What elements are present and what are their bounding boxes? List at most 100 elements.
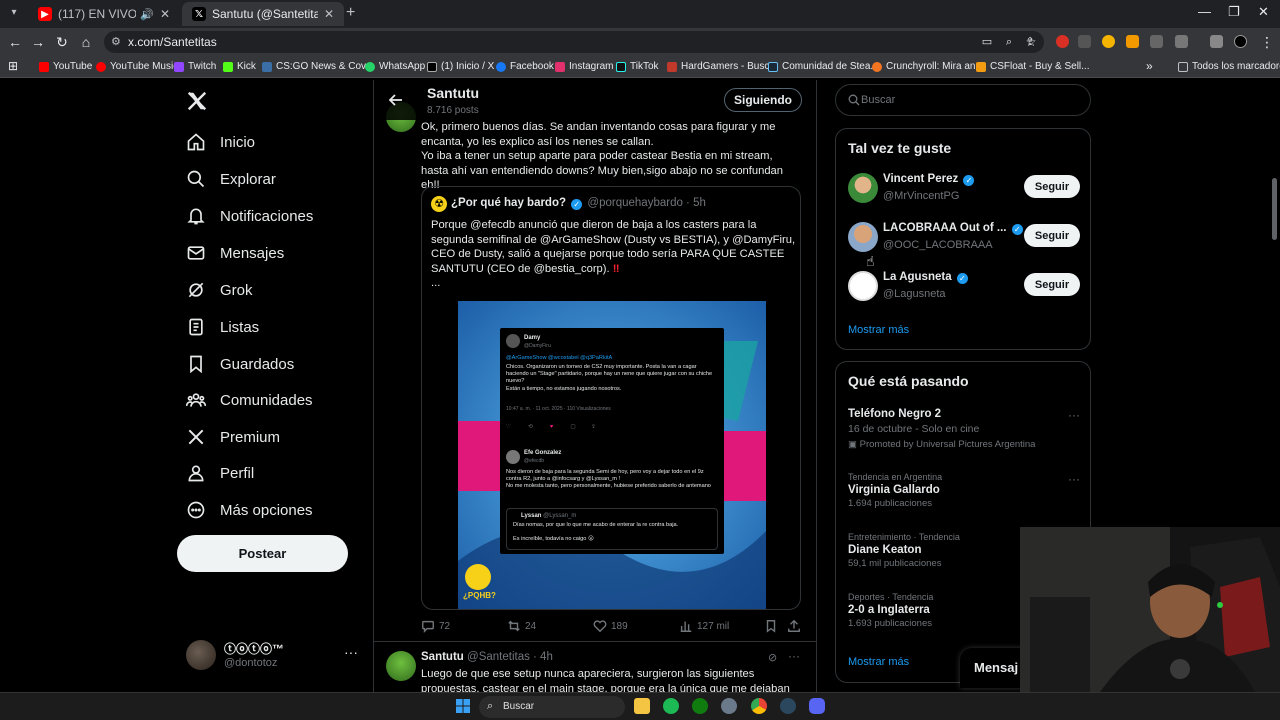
ccleaner-icon[interactable] bbox=[721, 698, 737, 714]
follow-button[interactable]: Seguir bbox=[1024, 224, 1080, 247]
x-logo-icon[interactable] bbox=[186, 90, 208, 112]
nav-label: Explorar bbox=[220, 170, 276, 188]
close-window-icon[interactable]: ✕ bbox=[1258, 4, 1269, 20]
avatar[interactable] bbox=[386, 651, 416, 681]
speaker-icon[interactable]: 🔊 bbox=[140, 8, 154, 21]
show-more-link[interactable]: Mostrar más bbox=[848, 656, 909, 668]
home-icon[interactable]: ⌂ bbox=[77, 33, 95, 51]
bookmark-youtube[interactable]: YouTube bbox=[39, 61, 92, 72]
nav-premium[interactable]: Premium bbox=[186, 422, 280, 452]
address-bar[interactable]: ⚙ x.com/Santetitas ▭ ⌕ ⇪ ☆ bbox=[104, 31, 1044, 53]
bookmark-twitch[interactable]: Twitch bbox=[174, 61, 216, 72]
bookmark-star-icon[interactable]: ☆ bbox=[1022, 33, 1040, 51]
more-dots-icon[interactable]: ··· bbox=[788, 649, 800, 663]
chrome-icon[interactable] bbox=[751, 698, 767, 714]
bookmark-steam-community[interactable]: Comunidad de Stea... bbox=[768, 61, 879, 72]
suggested-account[interactable]: LACOBRAAA Out of ... ✓ @OOC_LACOBRAAA Se… bbox=[848, 222, 1080, 256]
new-tab-icon[interactable]: + bbox=[346, 4, 355, 22]
following-button[interactable]: Siguiendo bbox=[724, 88, 802, 112]
bookmark-csgo-news[interactable]: CS:GO News & Cov... bbox=[262, 61, 374, 72]
spotify-icon[interactable] bbox=[663, 698, 679, 714]
bookmark-x-inicio[interactable]: (1) Inicio / X bbox=[427, 61, 494, 72]
bookmark-whatsapp[interactable]: WhatsApp bbox=[365, 61, 425, 72]
browser-tab-x[interactable]: 𝕏 Santutu (@Santetitas) / X ✕ bbox=[182, 2, 344, 26]
scrollbar-thumb[interactable] bbox=[1272, 178, 1277, 240]
reply-button[interactable]: 72 bbox=[421, 619, 450, 633]
nav-comunidades[interactable]: Comunidades bbox=[186, 385, 313, 415]
extensions-puzzle-icon[interactable] bbox=[1175, 35, 1188, 48]
close-tab-icon[interactable]: ✕ bbox=[324, 7, 334, 21]
extension-icon[interactable] bbox=[1150, 35, 1163, 48]
post-button[interactable]: Postear bbox=[177, 535, 348, 572]
nav-grok[interactable]: Grok bbox=[186, 275, 253, 305]
forward-icon[interactable]: → bbox=[29, 33, 47, 51]
apps-grid-icon[interactable]: ⊞ bbox=[8, 59, 18, 73]
suggested-account[interactable]: Vincent Perez ✓ @MrVincentPG Seguir bbox=[848, 173, 1080, 207]
minimize-icon[interactable]: — bbox=[1198, 4, 1211, 19]
nav-mensajes[interactable]: Mensajes bbox=[186, 238, 284, 268]
bookmark-kick[interactable]: Kick bbox=[223, 61, 256, 72]
extension-icon[interactable] bbox=[1126, 35, 1139, 48]
menu-dots-icon[interactable]: ⋮ bbox=[1258, 33, 1276, 51]
nav-inicio[interactable]: Inicio bbox=[186, 127, 255, 157]
tab-search-icon[interactable]: ▾ bbox=[6, 5, 22, 21]
close-tab-icon[interactable]: ✕ bbox=[160, 7, 170, 21]
bookmark-hardgamers[interactable]: HardGamers - Busc... bbox=[667, 61, 778, 72]
nav-listas[interactable]: Listas bbox=[186, 312, 259, 342]
retweet-button[interactable]: 24 bbox=[507, 619, 536, 633]
site-info-icon[interactable]: ⚙ bbox=[111, 35, 121, 48]
more-dots-icon[interactable]: ··· bbox=[344, 644, 358, 660]
windows-start-icon[interactable] bbox=[455, 698, 471, 714]
grok-icon[interactable]: ⊘ bbox=[768, 651, 777, 664]
more-bookmarks-icon[interactable]: » bbox=[1146, 59, 1153, 73]
extension-icon[interactable] bbox=[1056, 35, 1069, 48]
suggested-account[interactable]: La Agusneta ✓ @Lagusneta Seguir bbox=[848, 271, 1080, 305]
nav-explorar[interactable]: Explorar bbox=[186, 164, 276, 194]
nav-mas-opciones[interactable]: Más opciones bbox=[186, 495, 313, 525]
bar-chart-icon bbox=[680, 621, 692, 632]
trend-item[interactable]: Tendencia en Argentina Virginia Gallardo… bbox=[848, 472, 1080, 509]
like-button[interactable]: 189 bbox=[593, 619, 628, 633]
nav-notificaciones[interactable]: Notificaciones bbox=[186, 201, 313, 231]
bookmark-crunchyroll[interactable]: Crunchyroll: Mira an... bbox=[872, 61, 984, 72]
show-more-link[interactable]: Mostrar más bbox=[848, 324, 909, 336]
reload-icon[interactable]: ↻ bbox=[53, 33, 71, 51]
bookmark-facebook[interactable]: Facebook bbox=[496, 61, 554, 72]
all-bookmarks-folder[interactable]: Todos los marcadores bbox=[1178, 61, 1280, 72]
discord-icon[interactable] bbox=[809, 698, 825, 714]
cast-icon[interactable]: ▭ bbox=[978, 33, 996, 51]
bookmark-tiktok[interactable]: TikTok bbox=[616, 61, 659, 72]
share-button[interactable] bbox=[787, 619, 805, 633]
zoom-icon[interactable]: ⌕ bbox=[1000, 33, 1018, 51]
promoted-trend[interactable]: Teléfono Negro 2 16 de octubre - Solo en… bbox=[848, 408, 1080, 450]
restore-icon[interactable]: ❐ bbox=[1228, 4, 1240, 20]
bookmark-csfloat[interactable]: CSFloat - Buy & Sell... bbox=[976, 61, 1089, 72]
reading-list-icon[interactable] bbox=[1210, 35, 1223, 48]
back-arrow-icon[interactable] bbox=[388, 92, 404, 108]
nav-guardados[interactable]: Guardados bbox=[186, 349, 294, 379]
file-explorer-icon[interactable] bbox=[634, 698, 650, 714]
more-dots-icon[interactable]: ··· bbox=[1068, 408, 1080, 422]
extension-icon[interactable] bbox=[1078, 35, 1091, 48]
quoted-tweet[interactable]: ☢ ¿Por qué hay bardo? ✓ @porquehaybardo … bbox=[421, 186, 801, 610]
profile-avatar-icon[interactable] bbox=[1234, 35, 1247, 48]
views-button[interactable]: 127 mil bbox=[679, 619, 729, 633]
follow-button[interactable]: Seguir bbox=[1024, 273, 1080, 296]
nav-perfil[interactable]: Perfil bbox=[186, 458, 254, 488]
more-dots-icon[interactable]: ··· bbox=[1068, 472, 1080, 486]
browser-tab-youtube[interactable]: ▶ (117) EN VIVO | FÓRMULA 1 GP 🔊 ✕ bbox=[28, 2, 180, 26]
back-icon[interactable]: ← bbox=[6, 33, 24, 51]
xbox-icon[interactable] bbox=[692, 698, 708, 714]
account-switcher[interactable]: ⓣⓞⓣⓞ™ @dontotoz ··· bbox=[186, 638, 362, 672]
taskbar-search[interactable]: ⌕ Buscar bbox=[479, 696, 625, 718]
follow-button[interactable]: Seguir bbox=[1024, 175, 1080, 198]
steam-icon[interactable] bbox=[780, 698, 796, 714]
quoted-media-image[interactable]: Damy @DamyFiru @ArGameShow @wcostabel @q… bbox=[458, 301, 766, 609]
mouse-cursor-icon: ☝ bbox=[866, 253, 875, 269]
bookmark-button[interactable] bbox=[764, 619, 782, 633]
bookmark-youtube-music[interactable]: YouTube Music bbox=[96, 61, 178, 72]
messages-drawer-tab[interactable]: Mensaj bbox=[960, 648, 1026, 688]
search-input[interactable]: Buscar bbox=[835, 84, 1091, 116]
bookmark-instagram[interactable]: Instagram bbox=[555, 61, 613, 72]
extension-icon[interactable] bbox=[1102, 35, 1115, 48]
